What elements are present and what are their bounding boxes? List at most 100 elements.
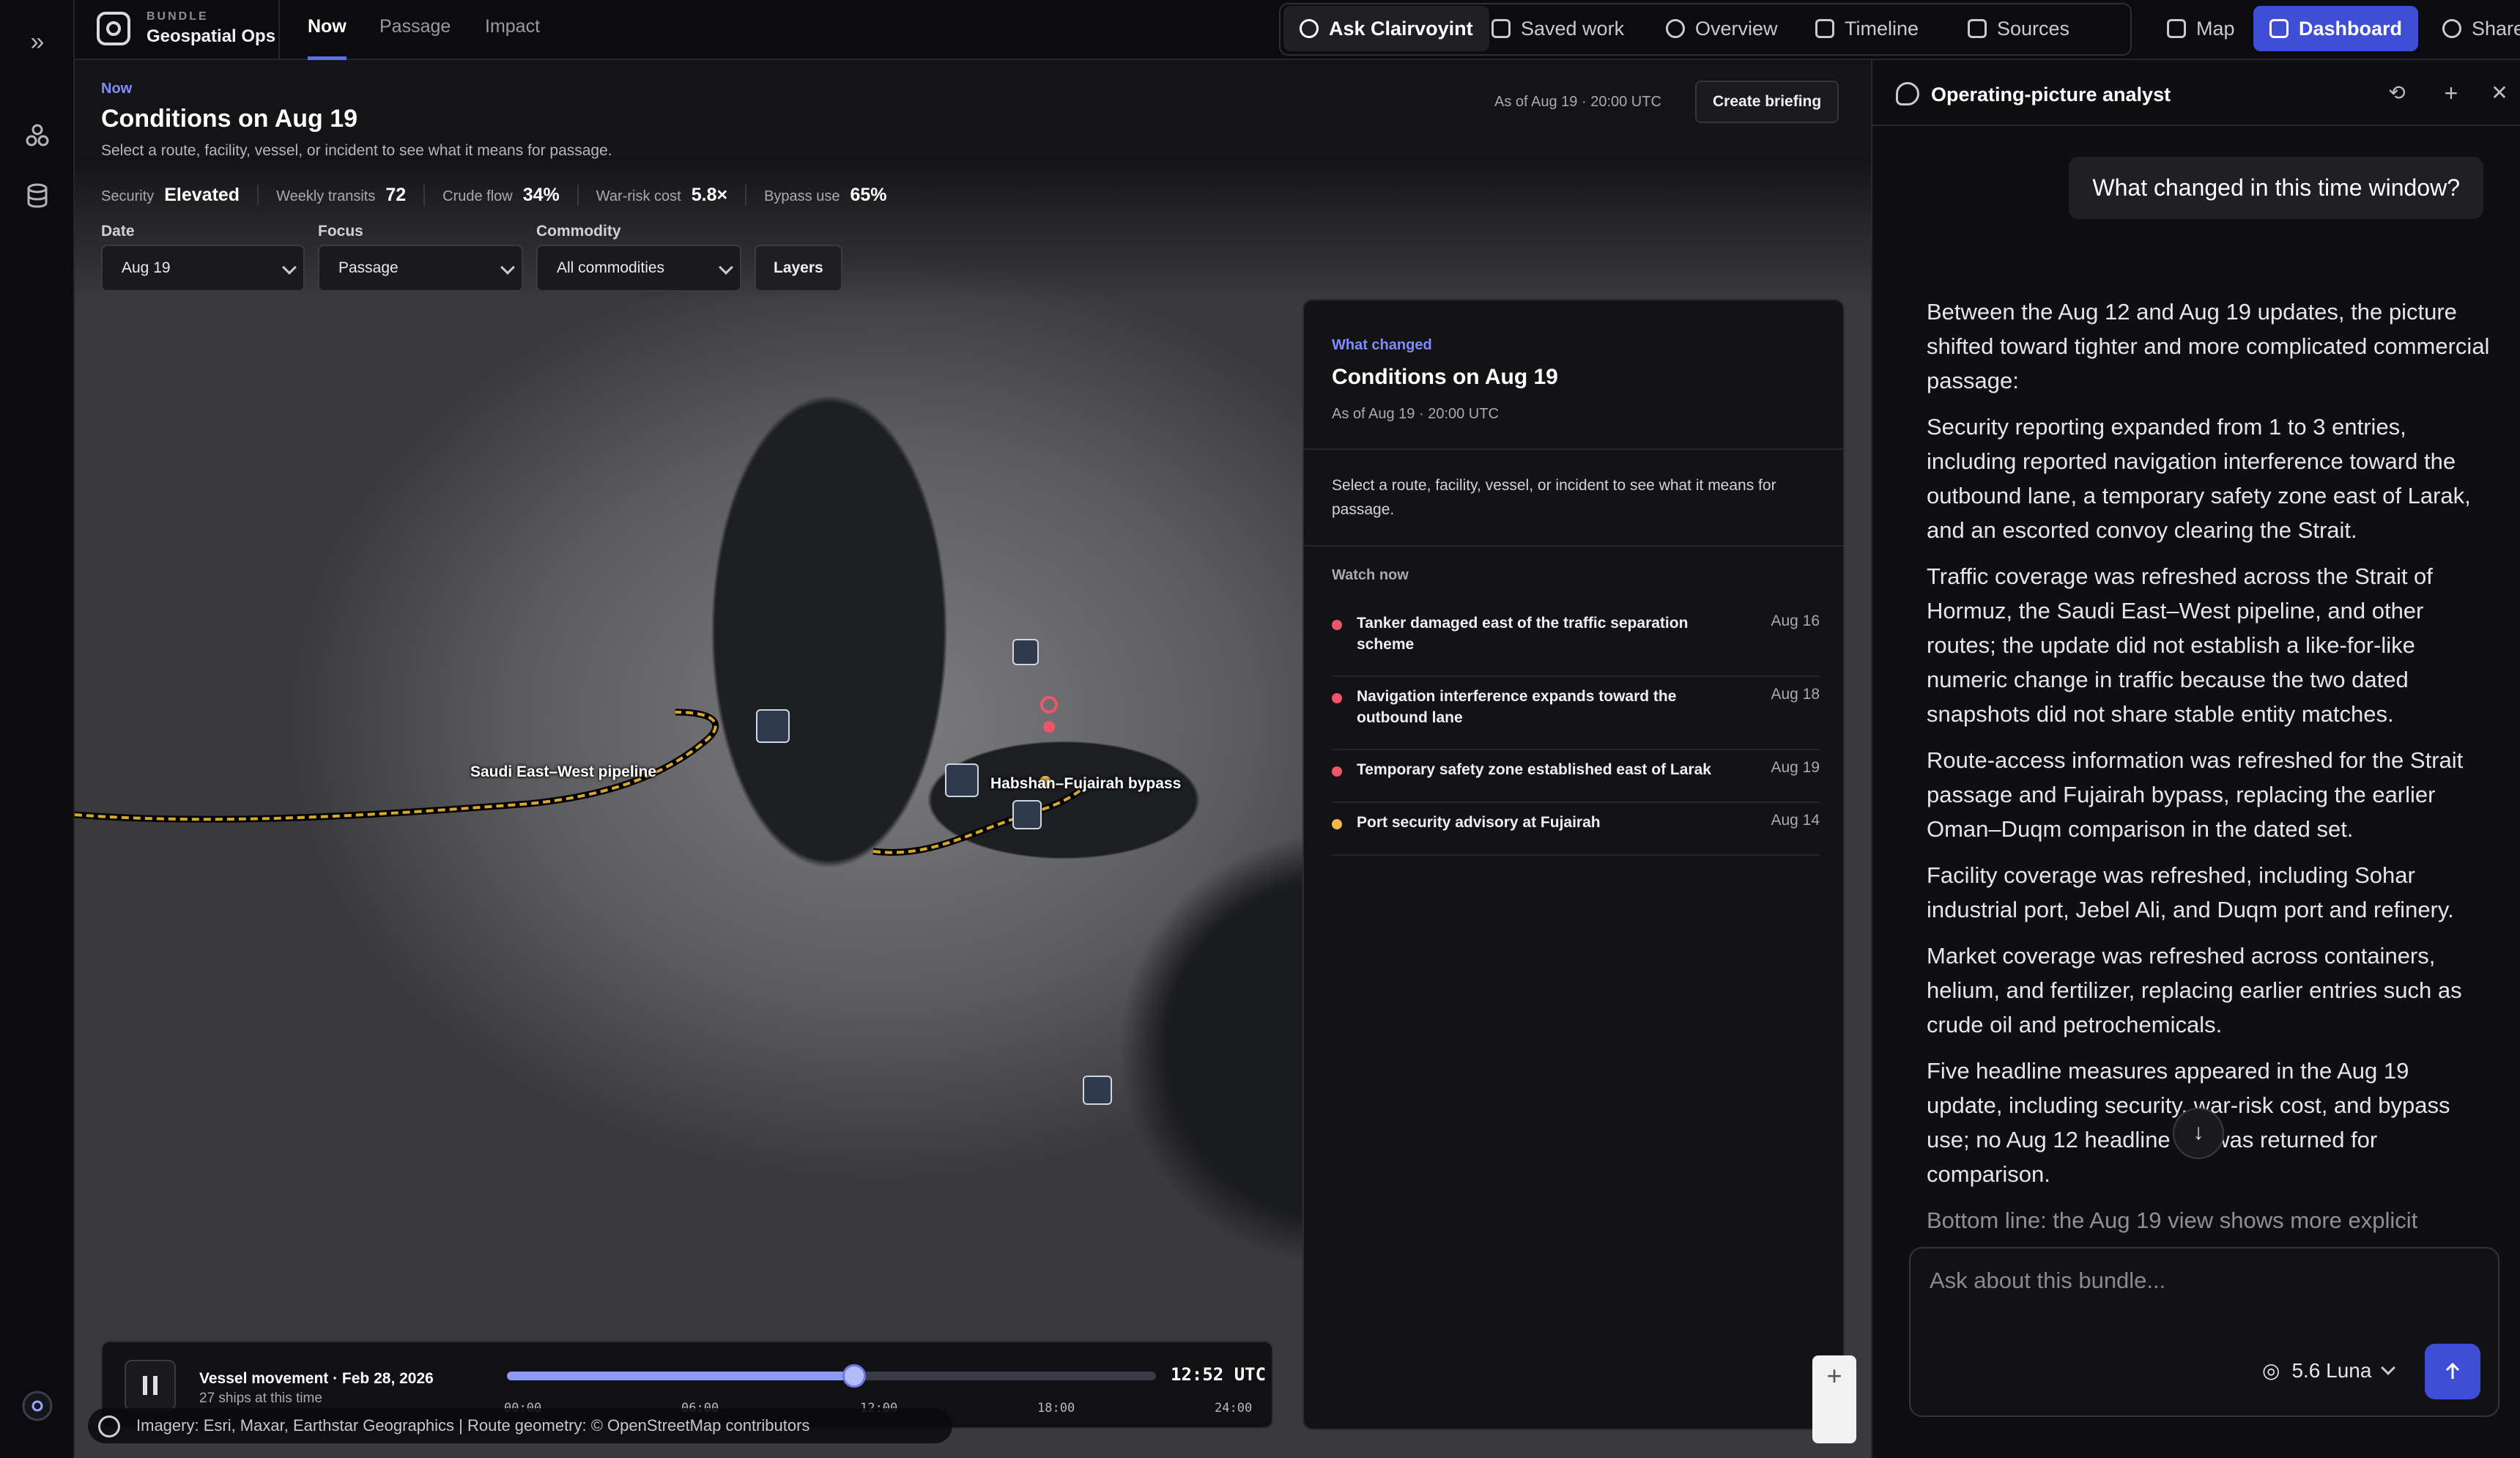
severity-dot (1332, 693, 1342, 703)
focus-label: Focus (318, 223, 363, 240)
brand[interactable]: BUNDLE Geospatial Ops (97, 10, 275, 47)
timeline-button[interactable]: Timeline (1799, 6, 1935, 51)
slider-handle[interactable] (842, 1364, 866, 1388)
app-name: Geospatial Ops (147, 26, 276, 46)
metric-value: Elevated (164, 184, 240, 205)
chevron-down-icon (2381, 1360, 2396, 1375)
zoom-control[interactable]: + (1812, 1355, 1856, 1443)
chat-input[interactable] (1930, 1268, 2479, 1294)
expand-sidebar-icon[interactable]: » (19, 23, 56, 60)
vessel-cluster-icon[interactable] (945, 763, 979, 797)
chevron-down-icon (500, 260, 515, 275)
tab-impact[interactable]: Impact (485, 16, 540, 60)
sources-label: Sources (1997, 17, 2070, 40)
vessel-cluster-icon[interactable] (1083, 1076, 1112, 1105)
layers-button[interactable]: Layers (755, 245, 842, 292)
map-button[interactable]: Map (2151, 6, 2251, 51)
focus-select[interactable]: Passage (318, 245, 523, 292)
analyst-panel: Operating-picture analyst ⟲ + ✕ What cha… (1871, 60, 2520, 1458)
metric-label: Security (101, 188, 155, 204)
page-subtitle: Select a route, facility, vessel, or inc… (101, 142, 612, 159)
answer-paragraph: Bottom line: the Aug 19 view shows more … (1927, 1207, 2418, 1233)
sources-button[interactable]: Sources (1952, 6, 2086, 51)
answer-paragraph: Between the Aug 12 and Aug 19 updates, t… (1927, 299, 2490, 393)
user-message: What changed in this time window? (2069, 157, 2483, 219)
commodity-select[interactable]: All commodities (536, 245, 741, 292)
ask-label: Ask Clairvoyint (1329, 17, 1473, 40)
send-button[interactable] (2425, 1344, 2480, 1399)
map-attribution[interactable]: Imagery: Esri, Maxar, Earthstar Geograph… (88, 1408, 952, 1443)
page-eyebrow: Now (101, 81, 133, 97)
watch-now-label: Watch now (1332, 567, 1409, 583)
watch-item-title: Temporary safety zone established east o… (1357, 761, 1711, 778)
vessel-cluster-icon[interactable] (1012, 639, 1039, 665)
assistant-answer: Between the Aug 12 and Aug 19 updates, t… (1927, 295, 2491, 1249)
player-clock: 12:52 UTC (1171, 1364, 1267, 1385)
database-icon[interactable] (19, 177, 56, 214)
bundle-label: BUNDLE (147, 10, 209, 23)
ask-clairvoyint-button[interactable]: Ask Clairvoyint (1283, 6, 1489, 51)
chat-bubble-icon (1896, 82, 1919, 106)
watch-item[interactable]: Tanker damaged east of the traffic separ… (1332, 613, 1820, 677)
close-icon[interactable]: ✕ (2488, 82, 2511, 106)
commodity-label: Commodity (536, 223, 621, 240)
metric-value: 65% (850, 184, 887, 205)
model-selector[interactable]: ◎ 5.6 Luna (2262, 1358, 2396, 1383)
incident-marker[interactable] (1040, 696, 1058, 714)
tab-now[interactable]: Now (308, 16, 346, 60)
time-slider[interactable] (507, 1364, 1156, 1388)
share-button[interactable]: Share (2426, 6, 2520, 51)
watch-item[interactable]: Navigation interference expands toward t… (1332, 686, 1820, 750)
history-icon[interactable]: ⟲ (2385, 82, 2409, 106)
clipboard-icon (1491, 19, 1511, 38)
pipeline-label[interactable]: Saudi East–West pipeline (470, 763, 656, 781)
page-header: Now Conditions on Aug 19 Select a route,… (101, 81, 612, 160)
app-logo-icon (97, 12, 130, 45)
metrics-bar: Security Elevated Weekly transits 72 Crude… (101, 182, 905, 208)
graph-icon[interactable] (19, 117, 56, 154)
pause-icon (143, 1376, 147, 1395)
answer-paragraph: Market coverage was refreshed across con… (1927, 943, 2462, 1037)
date-value: Aug 19 (122, 259, 171, 276)
player-title: Vessel movement · Feb 28, 2026 (199, 1370, 434, 1387)
bypass-route[interactable] (872, 784, 1087, 854)
overview-button[interactable]: Overview (1650, 6, 1794, 51)
bypass-label[interactable]: Habshan–Fujairah bypass (990, 775, 1181, 793)
what-changed-as-of: As of Aug 19 · 20:00 UTC (1332, 406, 1499, 422)
scroll-down-button[interactable]: ↓ (2173, 1108, 2224, 1159)
zoom-in-icon[interactable]: + (1812, 1355, 1856, 1396)
what-changed-description: Select a route, facility, vessel, or inc… (1332, 477, 1776, 518)
bar-chart-icon (2269, 19, 2289, 38)
metric-value: 34% (522, 184, 560, 205)
overview-label: Overview (1695, 17, 1778, 40)
vessel-cluster-icon[interactable] (1012, 800, 1042, 829)
player-subtitle: 27 ships at this time (199, 1391, 322, 1406)
pause-button[interactable] (125, 1360, 176, 1411)
dashboard-button[interactable]: Dashboard (2253, 6, 2419, 51)
vessel-cluster-icon[interactable] (756, 709, 790, 743)
create-briefing-button[interactable]: Create briefing (1695, 81, 1839, 123)
timeline-label: Timeline (1845, 17, 1919, 40)
date-select[interactable]: Aug 19 (101, 245, 305, 292)
metric-weekly-transits: Weekly transits 72 (257, 184, 423, 206)
answer-paragraph: Route-access information was refreshed f… (1927, 747, 2464, 842)
what-changed-panel: What changed Conditions on Aug 19 As of … (1302, 299, 1845, 1430)
commodity-value: All commodities (557, 259, 665, 276)
metric-security: Security Elevated (101, 185, 257, 206)
severity-dot (1332, 766, 1342, 777)
tab-passage[interactable]: Passage (379, 16, 451, 60)
time-tick: 18:00 (1037, 1401, 1075, 1416)
metric-crude-flow: Crude flow 34% (423, 184, 577, 206)
incident-marker[interactable] (1043, 721, 1055, 733)
status-orb-icon[interactable] (19, 1388, 56, 1424)
overview-icon (1666, 19, 1685, 38)
date-label: Date (101, 223, 135, 240)
metric-label: Crude flow (442, 188, 513, 204)
saved-work-button[interactable]: Saved work (1475, 6, 1640, 51)
new-chat-icon[interactable]: + (2439, 81, 2463, 106)
metric-label: Bypass use (764, 188, 840, 204)
watch-item[interactable]: Temporary safety zone established east o… (1332, 759, 1820, 803)
panel-title: Operating-picture analyst (1931, 84, 2171, 106)
attribution-text: Imagery: Esri, Maxar, Earthstar Geograph… (136, 1416, 810, 1435)
watch-item[interactable]: Port security advisory at Fujairah Aug 14 (1332, 812, 1820, 856)
